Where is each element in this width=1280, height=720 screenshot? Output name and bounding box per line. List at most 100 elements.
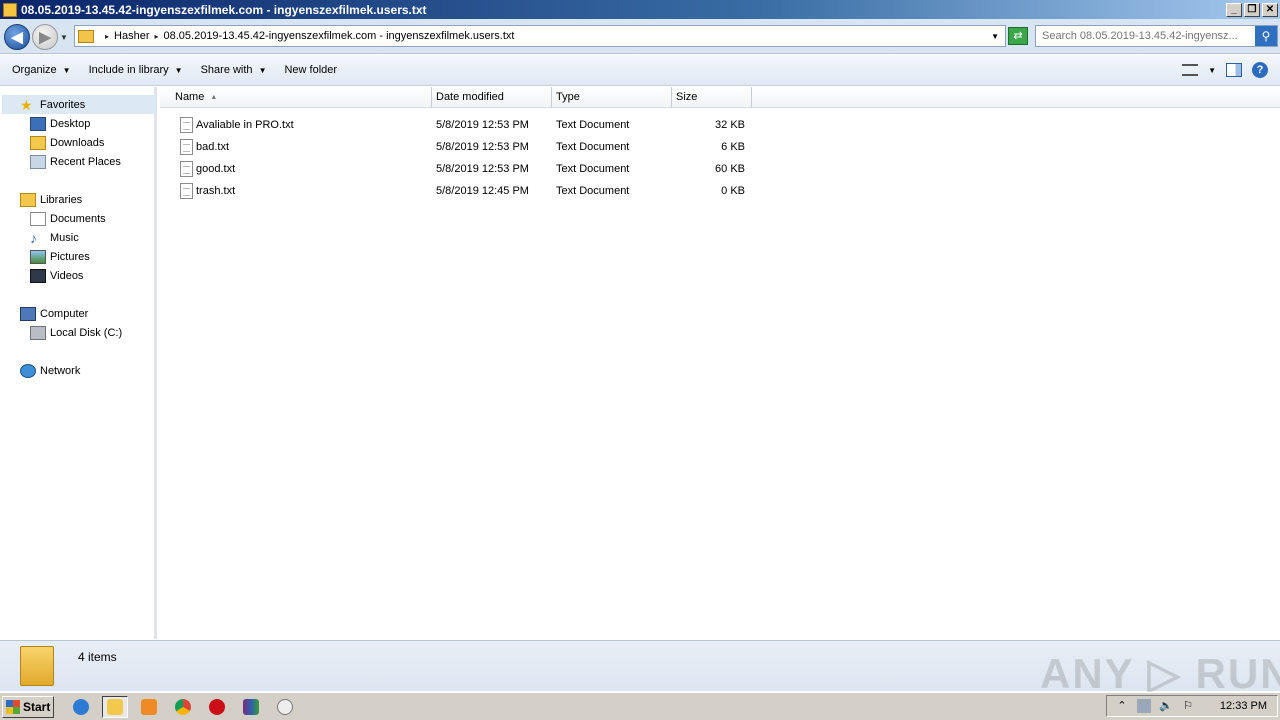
nav-computer[interactable]: Computer	[20, 305, 88, 322]
column-header-date-modified[interactable]: Date modified	[432, 87, 552, 108]
share-with-menu[interactable]: Share with ▼	[195, 64, 273, 76]
new-folder-button[interactable]: New folder	[278, 64, 343, 76]
file-type: Text Document	[556, 163, 630, 175]
window-title: 08.05.2019-13.45.42-ingyenszexfilmek.com…	[21, 2, 427, 17]
forward-button[interactable]: ▶	[32, 24, 58, 50]
table-row[interactable]: trash.txt 5/8/2019 12:45 PM Text Documen…	[160, 181, 760, 203]
column-header-name[interactable]: Name ▲	[160, 87, 432, 108]
forward-arrow-icon: ▶	[39, 29, 51, 46]
address-row: ◀ ▶ ▼ ▸ Hasher ▸ 08.05.2019-13.45.42-ing…	[0, 19, 1280, 54]
organize-label: Organize	[12, 64, 57, 76]
column-header-type[interactable]: Type	[552, 87, 672, 108]
chevron-down-icon[interactable]: ▼	[1208, 66, 1216, 75]
start-label: Start	[23, 699, 51, 714]
network-status-icon[interactable]	[1137, 699, 1151, 713]
file-type: Text Document	[556, 185, 630, 197]
videos-icon	[30, 268, 46, 283]
start-button[interactable]: Start	[2, 695, 54, 718]
action-center-flag-icon[interactable]: ⚐	[1181, 699, 1195, 713]
address-bar[interactable]: ▸ Hasher ▸ 08.05.2019-13.45.42-ingyensze…	[74, 25, 1006, 47]
address-dropdown-icon[interactable]: ▼	[991, 32, 999, 41]
share-with-label: Share with	[200, 64, 253, 76]
nav-label: Pictures	[50, 250, 90, 263]
nav-music[interactable]: ♪ Music	[30, 229, 79, 246]
nav-label: Libraries	[40, 193, 83, 206]
restore-button[interactable]: ❐	[1244, 2, 1260, 17]
windows-logo-icon	[6, 699, 20, 714]
column-label: Size	[676, 91, 698, 103]
winrar-taskbar-button[interactable]	[238, 696, 264, 718]
internet-explorer-icon	[73, 698, 89, 715]
search-box[interactable]: ⚲	[1035, 25, 1278, 47]
column-label: Name	[175, 91, 205, 103]
nav-local-disk[interactable]: Local Disk (C:)	[30, 324, 122, 341]
nav-label: Videos	[50, 269, 84, 282]
clock[interactable]: 12:33 PM	[1220, 700, 1267, 712]
nav-pictures[interactable]: Pictures	[30, 248, 90, 265]
search-input[interactable]	[1036, 30, 1255, 42]
nav-favorites[interactable]: ★ Favorites	[20, 96, 85, 113]
chevron-down-icon: ▼	[62, 66, 71, 75]
file-size: 0 KB	[721, 185, 745, 197]
nav-downloads[interactable]: Downloads	[30, 134, 104, 151]
refresh-button[interactable]: ⇄	[1008, 27, 1028, 45]
preview-pane-icon[interactable]	[1226, 63, 1242, 77]
hard-drive-icon	[30, 325, 46, 340]
window-controls: _ ❐ ✕	[1226, 2, 1278, 17]
column-label: Type	[556, 91, 580, 103]
app-icon	[277, 698, 293, 715]
search-icon[interactable]: ⚲	[1255, 26, 1277, 46]
recent-places-icon	[30, 154, 46, 169]
volume-icon[interactable]: 🔈	[1159, 699, 1173, 713]
chrome-taskbar-button[interactable]	[170, 696, 196, 718]
file-list: Name ▲ Date modified Type Size Avaliable …	[160, 87, 1280, 639]
back-button[interactable]: ◀	[4, 24, 30, 50]
column-header-size[interactable]: Size	[672, 87, 752, 108]
back-arrow-icon: ◀	[11, 29, 23, 46]
file-date: 5/8/2019 12:53 PM	[436, 163, 529, 175]
change-view-icon[interactable]	[1182, 64, 1199, 76]
opera-taskbar-button[interactable]	[204, 696, 230, 718]
text-file-icon	[180, 117, 193, 133]
refresh-icon: ⇄	[1013, 30, 1023, 42]
documents-icon	[30, 211, 46, 226]
folder-icon	[20, 646, 54, 686]
details-pane: 4 items ANY ▷ RUN	[0, 640, 1280, 697]
column-header-filler	[752, 87, 1280, 108]
chevron-right-icon[interactable]: ▸	[105, 32, 109, 41]
file-type: Text Document	[556, 119, 630, 131]
file-date: 5/8/2019 12:45 PM	[436, 185, 529, 197]
app-taskbar-button[interactable]	[272, 696, 298, 718]
nav-network[interactable]: Network	[20, 362, 80, 379]
table-row[interactable]: Avaliable in PRO.txt 5/8/2019 12:53 PM T…	[160, 115, 760, 137]
nav-recent-places[interactable]: Recent Places	[30, 153, 121, 170]
file-name: Avaliable in PRO.txt	[196, 119, 294, 131]
help-icon[interactable]: ?	[1252, 62, 1268, 78]
media-player-taskbar-button[interactable]	[136, 696, 162, 718]
nav-documents[interactable]: Documents	[30, 210, 106, 227]
close-button[interactable]: ✕	[1262, 2, 1278, 17]
text-file-icon	[180, 139, 193, 155]
table-row[interactable]: good.txt 5/8/2019 12:53 PM Text Document…	[160, 159, 760, 181]
table-row[interactable]: bad.txt 5/8/2019 12:53 PM Text Document …	[160, 137, 760, 159]
breadcrumb-hasher[interactable]: Hasher	[114, 30, 149, 42]
minimize-button[interactable]: _	[1226, 2, 1242, 17]
chevron-down-icon: ▼	[174, 66, 183, 75]
chevron-right-icon[interactable]: ▸	[154, 32, 158, 41]
watermark-logo: ANY ▷ RUN	[1040, 650, 1280, 697]
window-titlebar[interactable]: 08.05.2019-13.45.42-ingyenszexfilmek.com…	[0, 0, 1280, 19]
include-in-library-menu[interactable]: Include in library ▼	[83, 64, 189, 76]
show-hidden-icons-icon[interactable]: ⌃	[1115, 699, 1129, 713]
file-size: 32 KB	[715, 119, 745, 131]
opera-icon	[209, 698, 225, 715]
organize-menu[interactable]: Organize ▼	[6, 64, 77, 76]
breadcrumb-current-folder[interactable]: 08.05.2019-13.45.42-ingyenszexfilmek.com…	[164, 30, 515, 42]
explorer-taskbar-button[interactable]	[102, 695, 128, 718]
nav-desktop[interactable]: Desktop	[30, 115, 90, 132]
file-size: 6 KB	[721, 141, 745, 153]
text-file-icon	[180, 183, 193, 199]
recent-pages-dropdown[interactable]: ▼	[60, 33, 68, 42]
internet-explorer-taskbar-button[interactable]	[68, 696, 94, 718]
nav-libraries[interactable]: Libraries	[20, 191, 82, 208]
nav-videos[interactable]: Videos	[30, 267, 83, 284]
